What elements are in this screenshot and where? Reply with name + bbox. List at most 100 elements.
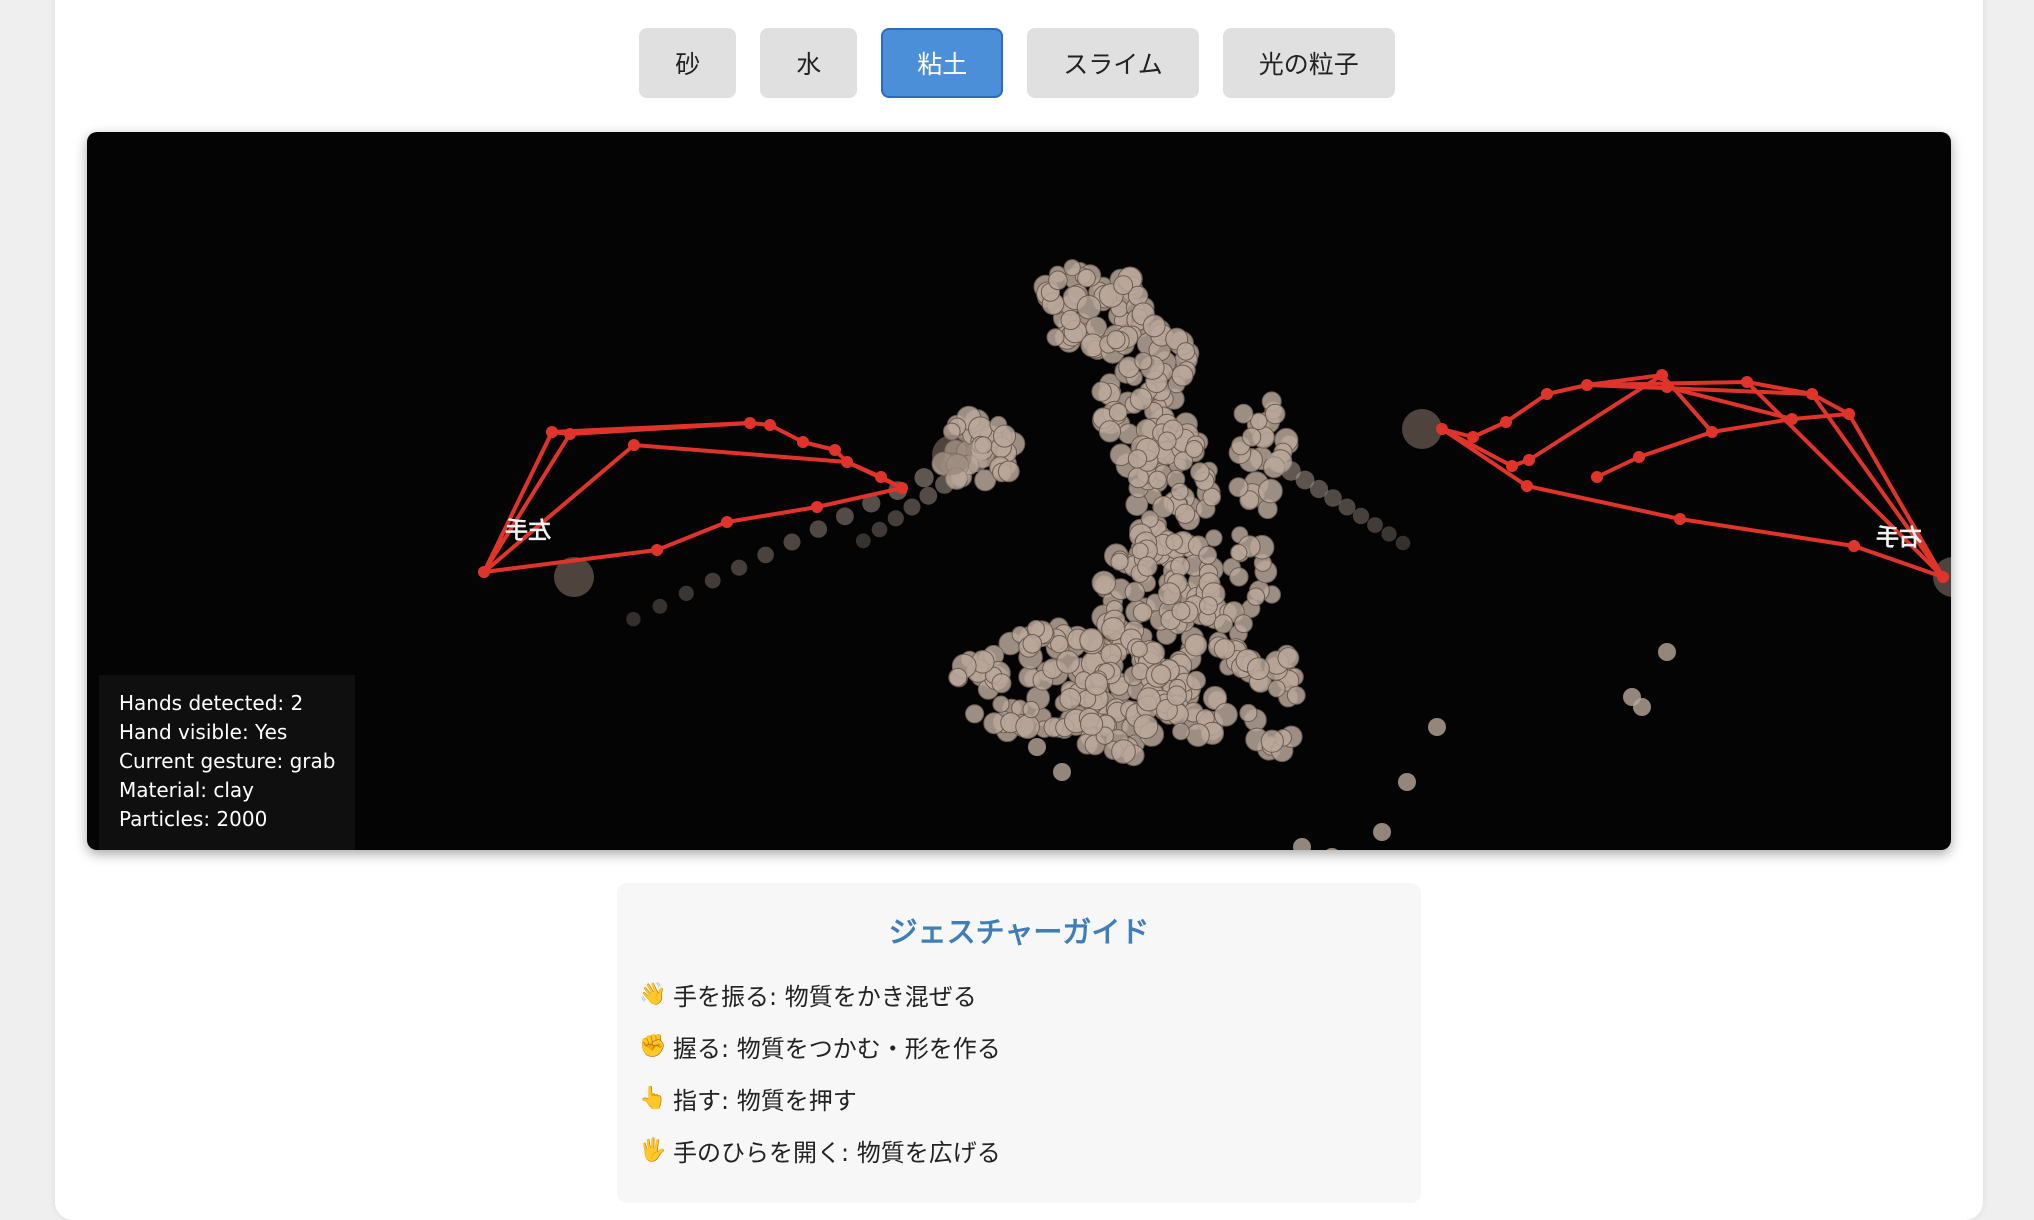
particle (1186, 670, 1206, 691)
particle (1277, 647, 1300, 669)
particle (1046, 328, 1065, 347)
particle (1063, 259, 1081, 277)
gesture-item: 👆 指す: 物質を押す (639, 1072, 1001, 1124)
particle (1056, 650, 1080, 674)
right-hand-label: 右手 (1876, 524, 1922, 551)
gesture-item-text: 手のひらを開く: 物質を広げる (673, 1138, 1001, 1167)
stat-current-gesture: Current gesture: grab (119, 749, 336, 773)
material-button-sand[interactable]: 砂 (639, 28, 737, 98)
gesture-item-text: 握る: 物質をつかむ・形を作る (673, 1034, 1001, 1063)
particle (1028, 738, 1046, 756)
particle (1098, 420, 1122, 443)
hand-landmark (896, 482, 908, 494)
hand-bone (632, 443, 849, 464)
particle (1286, 686, 1306, 705)
particle (965, 704, 985, 724)
particle (1170, 556, 1190, 577)
hand-bone (482, 430, 554, 574)
hand-landmark (797, 436, 809, 448)
particle (1185, 440, 1204, 458)
particle-trail (903, 498, 921, 516)
particle (1268, 679, 1286, 698)
particle (1264, 403, 1286, 425)
particle (1133, 714, 1159, 739)
tracking-stats-panel: Hands detected: 2 Hand visible: Yes Curr… (99, 675, 356, 850)
particle (1171, 364, 1194, 387)
hand-landmark (1937, 571, 1949, 583)
pointing-finger-icon: 👆 (639, 1085, 667, 1111)
gesture-item: 👋 手を振る: 物質をかき混ぜる (639, 968, 1001, 1020)
particle (1124, 581, 1146, 603)
particle (1202, 487, 1222, 507)
hand-landmark (564, 428, 576, 440)
gesture-item-text: 手を振る: 物質をかき混ぜる (673, 982, 977, 1011)
particle (1184, 633, 1208, 657)
particle (1213, 638, 1236, 660)
particle-trail (836, 507, 854, 526)
particle (1142, 314, 1166, 338)
hand-bone (1595, 455, 1641, 479)
particle (1229, 567, 1249, 587)
particle (1060, 309, 1081, 331)
particle (1373, 823, 1391, 841)
particle-trail (1352, 507, 1370, 525)
hand-bone (1545, 383, 1589, 396)
hand-bone (1637, 430, 1714, 459)
particle-trail (757, 546, 774, 564)
particle (1091, 381, 1112, 402)
left-hand-skeleton (478, 417, 908, 578)
particle (1228, 477, 1249, 498)
particle (1015, 714, 1040, 740)
hand-landmark (1806, 388, 1818, 400)
particle-trail (887, 510, 904, 527)
particle (1106, 330, 1126, 350)
hand-landmark (1436, 423, 1448, 435)
particle (1198, 596, 1218, 616)
particle (1230, 544, 1248, 562)
particle (1247, 657, 1270, 680)
particle-trail (704, 572, 721, 589)
camera-canvas[interactable]: 左手 右手 Hands detected: 2 Hand visible: Ye… (87, 132, 1951, 850)
particle (1213, 614, 1234, 634)
hand-bone (1504, 392, 1549, 424)
hand-landmark (1500, 416, 1512, 428)
hand-landmark (1786, 413, 1798, 425)
material-button-light-particles[interactable]: 光の粒子 (1222, 28, 1395, 98)
hand-landmark (829, 444, 841, 456)
stat-particles: Particles: 2000 (119, 807, 268, 831)
material-button-clay[interactable]: 粘土 (881, 28, 1004, 98)
hand-landmark (651, 544, 663, 556)
particle (1100, 643, 1122, 665)
palm-glow (932, 435, 972, 475)
particle-trail (1395, 535, 1411, 551)
particle (1246, 587, 1266, 606)
hand-landmark (1521, 480, 1533, 492)
particle-trail (1381, 526, 1397, 542)
hand-landmark (628, 439, 640, 451)
hand-landmark (1674, 513, 1686, 525)
hand-landmark (1656, 369, 1668, 381)
right-hand-skeleton (1436, 369, 1949, 583)
hand-landmark (1633, 451, 1645, 463)
particle (1398, 773, 1416, 791)
hand-bone (655, 520, 729, 552)
particle (1048, 270, 1068, 291)
particle-trail (871, 521, 888, 538)
particle (948, 667, 968, 687)
hand-landmark (875, 471, 887, 483)
particle (1148, 470, 1167, 490)
hand-bone (815, 486, 904, 509)
particle (1293, 838, 1311, 850)
material-toolbar: 砂 水 粘土 スライム 光の粒子 (0, 28, 2034, 100)
gesture-item: ✊ 握る: 物質をつかむ・形を作る (639, 1020, 1001, 1072)
material-button-slime[interactable]: スライム (1027, 28, 1199, 98)
material-button-water[interactable]: 水 (760, 28, 858, 98)
particle (1076, 295, 1102, 320)
particle (1633, 698, 1651, 716)
stat-hands-detected: Hands detected: 2 (119, 691, 304, 715)
particle (1022, 700, 1040, 719)
hand-landmark (1467, 431, 1479, 443)
particle (1127, 449, 1148, 469)
particle (1186, 723, 1210, 747)
particle-trail (1338, 498, 1356, 516)
